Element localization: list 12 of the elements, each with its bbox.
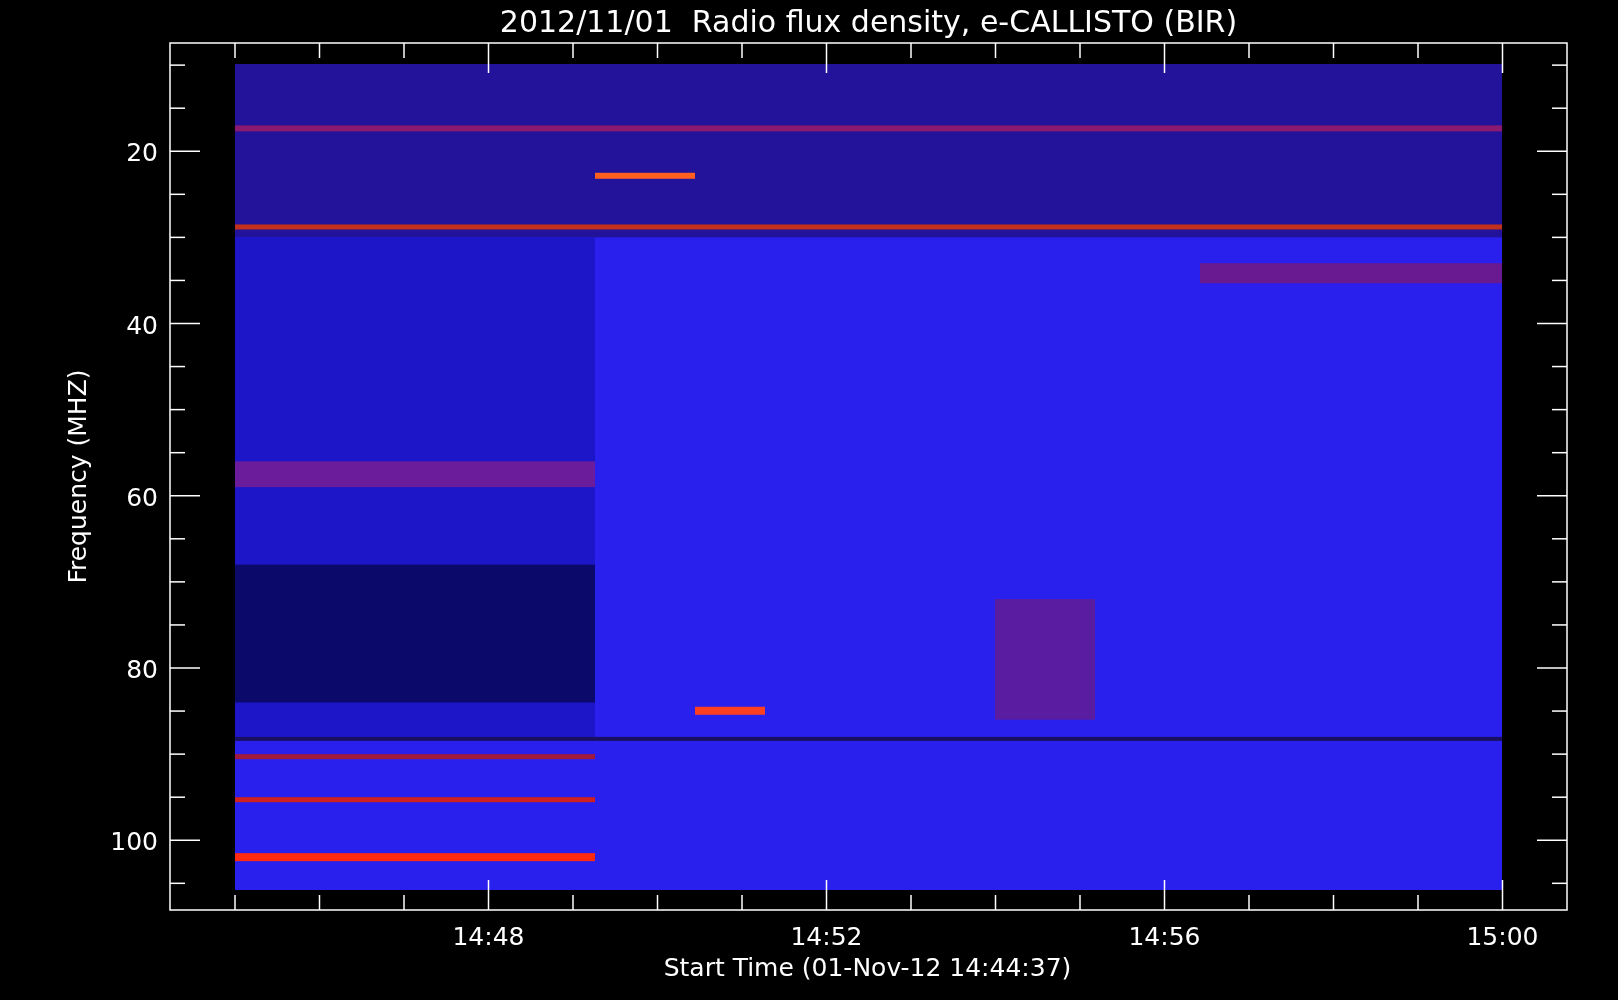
- tick-label: 14:52: [790, 922, 863, 951]
- tick-label: 15:00: [1466, 922, 1539, 951]
- tick-label: 14:56: [1128, 922, 1201, 951]
- chart-title: 2012/11/01 Radio flux density, e-CALLISTO (BIR): [499, 4, 1238, 39]
- axis-title: Frequency (MHZ): [63, 369, 92, 584]
- tick-label: 20: [126, 138, 158, 168]
- tick-label: 40: [126, 310, 158, 340]
- tick-label: 100: [110, 827, 158, 857]
- axis-title: Start Time (01-Nov-12 14:44:37): [663, 953, 1072, 982]
- tick-label: 14:48: [452, 922, 525, 951]
- tick-label: 80: [126, 655, 158, 684]
- tick-label: 60: [126, 482, 158, 512]
